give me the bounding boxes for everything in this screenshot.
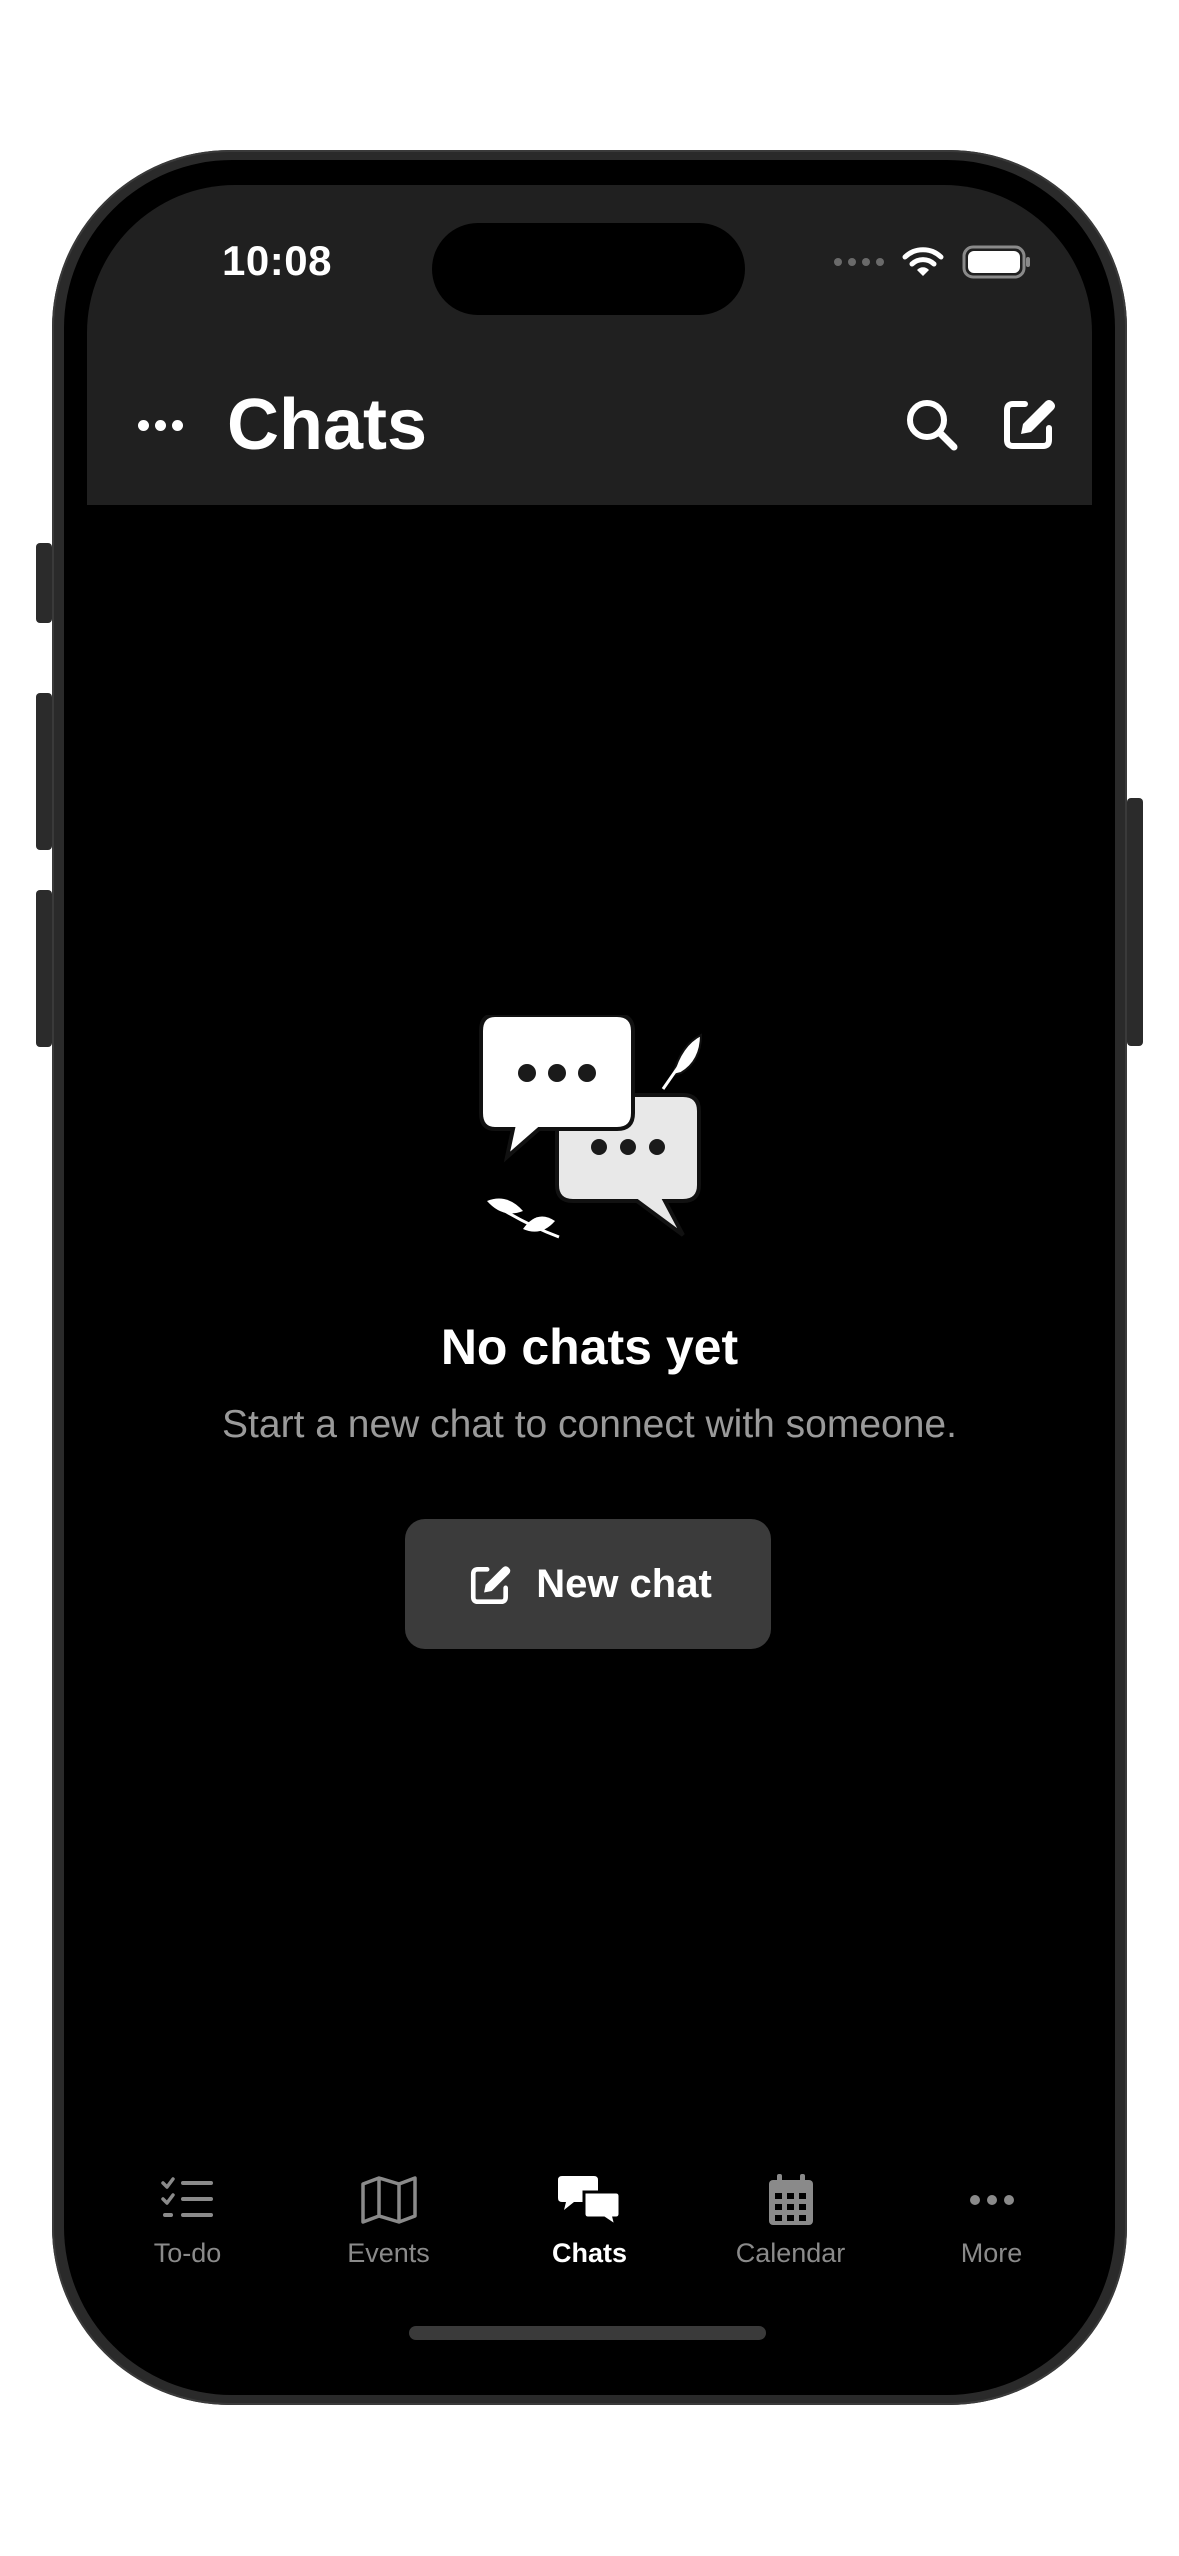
empty-state-subtitle: Start a new chat to connect with someone… bbox=[222, 1403, 957, 1446]
status-icons bbox=[834, 245, 1032, 279]
chat-bubbles-icon bbox=[557, 2176, 621, 2226]
calendar-icon bbox=[768, 2174, 813, 2225]
app-screen: 10:08 Chats No chats yet Start a new cha… bbox=[87, 185, 1092, 2370]
tab-label: To-do bbox=[153, 2238, 222, 2268]
tab-label: Events bbox=[347, 2238, 430, 2268]
dynamic-island bbox=[432, 223, 745, 315]
compose-icon bbox=[471, 1566, 511, 1605]
empty-state-title: No chats yet bbox=[440, 1319, 739, 1375]
tab-label: Chats bbox=[551, 2238, 627, 2268]
tab-more[interactable]: More bbox=[891, 2170, 1092, 2290]
power-button bbox=[1127, 798, 1143, 1046]
home-indicator[interactable] bbox=[409, 2326, 766, 2340]
search-icon[interactable] bbox=[897, 390, 967, 460]
top-bar: 10:08 Chats bbox=[87, 185, 1092, 505]
map-icon bbox=[360, 2176, 417, 2224]
tab-label: Calendar bbox=[735, 2238, 846, 2268]
page-title: Chats bbox=[227, 385, 428, 465]
action-button bbox=[36, 543, 52, 623]
volume-down-button bbox=[36, 890, 52, 1047]
tab-label: More bbox=[960, 2238, 1023, 2268]
compose-icon[interactable] bbox=[995, 388, 1065, 458]
tab-todo[interactable]: To-do bbox=[87, 2170, 288, 2290]
battery-icon bbox=[962, 245, 1030, 279]
header-row: Chats bbox=[87, 370, 1092, 480]
cellular-signal-icon bbox=[834, 258, 884, 266]
tab-chats[interactable]: Chats bbox=[489, 2170, 690, 2290]
wifi-icon bbox=[902, 247, 944, 276]
tab-bar: To-do Events Chats Calendar More bbox=[87, 2170, 1092, 2290]
chat-bubbles-illustration bbox=[479, 1015, 703, 1239]
ellipsis-icon bbox=[969, 2195, 1014, 2205]
more-options-button[interactable] bbox=[125, 392, 195, 458]
tab-calendar[interactable]: Calendar bbox=[690, 2170, 891, 2290]
device-stage: 10:08 Chats No chats yet Start a new cha… bbox=[0, 0, 1179, 2556]
volume-up-button bbox=[36, 693, 52, 850]
tab-events[interactable]: Events bbox=[288, 2170, 489, 2290]
checklist-icon bbox=[160, 2177, 213, 2217]
new-chat-label: New chat bbox=[536, 1561, 712, 1606]
new-chat-button[interactable]: New chat bbox=[405, 1519, 771, 1649]
status-time: 10:08 bbox=[222, 237, 332, 284]
